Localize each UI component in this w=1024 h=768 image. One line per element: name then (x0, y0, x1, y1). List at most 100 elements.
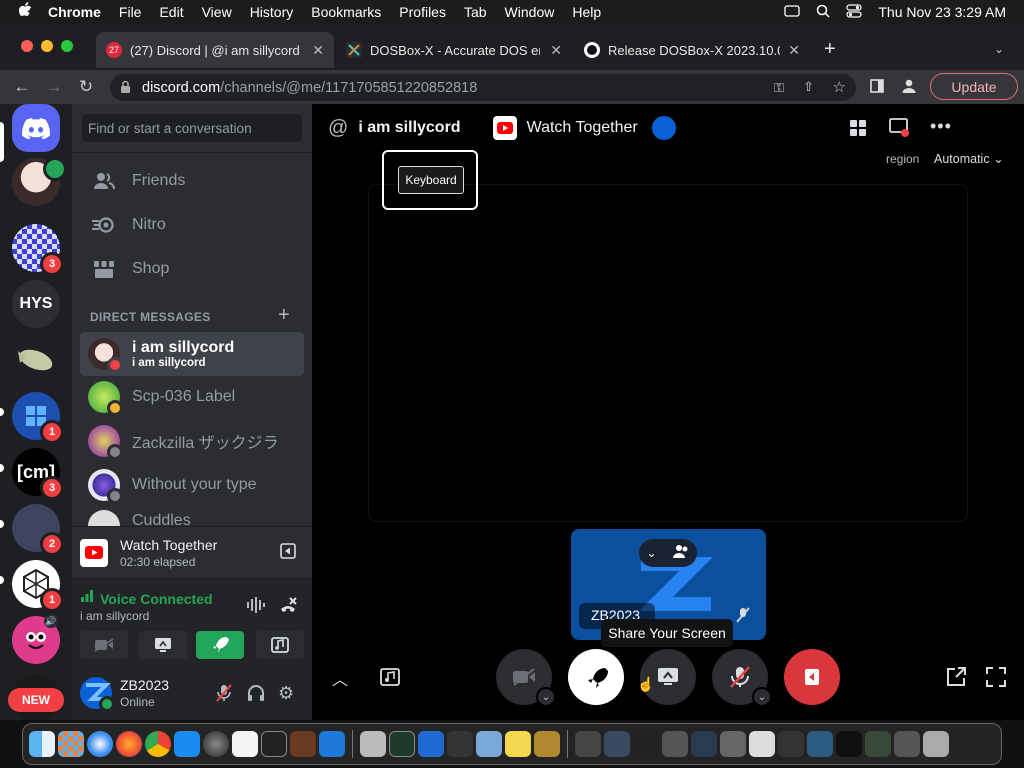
mute-microphone-button[interactable]: ⌄ (712, 649, 772, 707)
new-tab-icon[interactable]: + (824, 38, 836, 61)
headphones-icon[interactable] (247, 684, 265, 707)
signal-icon[interactable] (80, 589, 94, 608)
minimized-window-icon[interactable] (894, 731, 920, 757)
create-dm-icon[interactable]: + (278, 304, 290, 327)
soundboard-button[interactable] (256, 631, 304, 659)
dm-item-cuddles[interactable]: Cuddles (80, 508, 304, 526)
voice-channel-name[interactable]: i am sillycord (80, 609, 149, 623)
menubar-clock[interactable]: Thu Nov 23 3:29 AM (878, 4, 1006, 20)
dm-item-zackzilla[interactable]: Zackzilla ザックジラ (80, 420, 304, 462)
finder-icon[interactable] (29, 731, 55, 757)
activity-monitor-icon[interactable] (389, 731, 415, 757)
soundboard-icon[interactable] (380, 668, 400, 691)
activity-panel[interactable]: Watch Together 02:30 elapsed (72, 526, 312, 578)
tab-discord[interactable]: 27 (27) Discord | @i am sillycord ✕ (96, 32, 334, 68)
leave-call-button[interactable] (784, 649, 840, 705)
bookmark-star-icon[interactable]: ☆ (833, 78, 846, 96)
trash-icon[interactable] (923, 731, 949, 757)
activity-button[interactable] (196, 631, 244, 659)
keyboard-button[interactable]: Keyboard (398, 166, 464, 194)
minimized-window-icon[interactable] (807, 731, 833, 757)
nav-shop[interactable]: Shop (80, 248, 304, 290)
menu-file[interactable]: File (119, 4, 142, 20)
terminal-icon[interactable] (261, 731, 287, 757)
chevron-down-icon[interactable]: ⌄ (536, 687, 556, 707)
system-settings-icon[interactable] (203, 731, 229, 757)
chevron-down-icon[interactable]: ⌄ (646, 546, 656, 560)
minimized-window-icon[interactable] (749, 731, 775, 757)
spotlight-search-icon[interactable] (816, 4, 830, 21)
user-avatar[interactable] (80, 677, 115, 712)
activity-rocket-button[interactable] (568, 649, 624, 705)
vscode-icon[interactable] (319, 731, 345, 757)
dm-item-i-am-sillycord[interactable]: i am sillycord i am sillycord (80, 332, 304, 376)
url-bar[interactable]: discord.com/channels/@me/117170585122085… (110, 74, 856, 101)
noise-suppression-icon[interactable] (246, 597, 266, 618)
minimized-window-icon[interactable] (575, 731, 601, 757)
launchpad-icon[interactable] (58, 731, 84, 757)
menu-tab[interactable]: Tab (464, 4, 487, 20)
more-options-icon[interactable]: ••• (930, 116, 952, 137)
region-select[interactable]: Automatic ⌄ (934, 151, 1004, 166)
hys-server-icon[interactable]: HYS (12, 280, 60, 328)
popout-icon[interactable] (946, 667, 966, 692)
dm-title[interactable]: i am sillycord (358, 119, 460, 137)
app-menu-chrome[interactable]: Chrome (48, 4, 101, 20)
dm-item-scp-036[interactable]: Scp-036 Label (80, 376, 304, 418)
screen-mirror-icon[interactable] (784, 4, 801, 20)
menu-edit[interactable]: Edit (159, 4, 183, 20)
close-tab-icon[interactable]: ✕ (788, 42, 800, 59)
profile-icon[interactable] (901, 78, 917, 99)
chevron-down-icon[interactable]: ⌄ (752, 687, 772, 707)
control-center-icon[interactable] (846, 3, 862, 21)
minimized-window-icon[interactable] (662, 731, 688, 757)
dosbox-dock-icon[interactable] (534, 731, 560, 757)
tile-controls[interactable]: ⌄ (639, 539, 697, 567)
close-window-button[interactable] (21, 40, 33, 52)
dm-item-without-your-type[interactable]: Without your type (80, 464, 304, 506)
screen-share-button[interactable] (139, 631, 187, 659)
fish-server-icon[interactable] (12, 336, 60, 384)
minimized-window-icon[interactable] (633, 731, 659, 757)
minimized-window-icon[interactable] (720, 731, 746, 757)
nav-friends[interactable]: Friends (80, 160, 304, 202)
notes-icon[interactable] (505, 731, 531, 757)
disk-utility-icon[interactable] (360, 731, 386, 757)
chrome-icon[interactable] (145, 731, 171, 757)
guitar-app-icon[interactable] (290, 731, 316, 757)
update-button[interactable]: Update (930, 73, 1018, 100)
camera-toggle-button[interactable]: ⌄ (496, 649, 556, 707)
tab-dosbox[interactable]: DOSBox-X - Accurate DOS emu ✕ (336, 32, 572, 68)
minimized-window-icon[interactable] (778, 731, 804, 757)
menu-help[interactable]: Help (572, 4, 601, 20)
menu-window[interactable]: Window (505, 4, 555, 20)
participants-icon[interactable] (672, 544, 690, 563)
search-input[interactable]: Find or start a conversation (82, 114, 302, 142)
textedit-icon[interactable] (232, 731, 258, 757)
share-icon[interactable]: ⇧ (803, 79, 814, 95)
minimized-window-icon[interactable] (604, 731, 630, 757)
grid-view-icon[interactable] (850, 120, 866, 141)
preview-icon[interactable] (476, 731, 502, 757)
nav-nitro[interactable]: Nitro (80, 204, 304, 246)
user-settings-gear-icon[interactable]: ⚙ (278, 683, 294, 704)
zoom-window-button[interactable] (61, 40, 73, 52)
popout-screen-icon[interactable] (889, 118, 911, 143)
password-key-icon[interactable]: ⚿ (774, 80, 784, 96)
tab-github-release[interactable]: Release DOSBox-X 2023.10.06 ✕ (574, 32, 810, 68)
activity-stage[interactable] (368, 184, 968, 522)
collapse-chevron-up-icon[interactable]: ︿ (332, 666, 348, 690)
tab-search-icon[interactable]: ⌄ (994, 42, 1004, 56)
audio-app-icon[interactable] (447, 731, 473, 757)
mute-mic-icon[interactable] (216, 684, 232, 707)
back-icon[interactable]: ← (12, 77, 32, 97)
minimize-window-button[interactable] (41, 40, 53, 52)
menu-history[interactable]: History (250, 4, 294, 20)
direct-messages-home-icon[interactable] (12, 104, 60, 152)
minimized-window-icon[interactable] (691, 731, 717, 757)
side-panel-icon[interactable] (870, 79, 884, 98)
join-activity-icon[interactable] (280, 543, 296, 564)
forward-icon[interactable]: → (44, 77, 64, 97)
safari-icon[interactable] (87, 731, 113, 757)
close-tab-icon[interactable]: ✕ (550, 42, 562, 59)
